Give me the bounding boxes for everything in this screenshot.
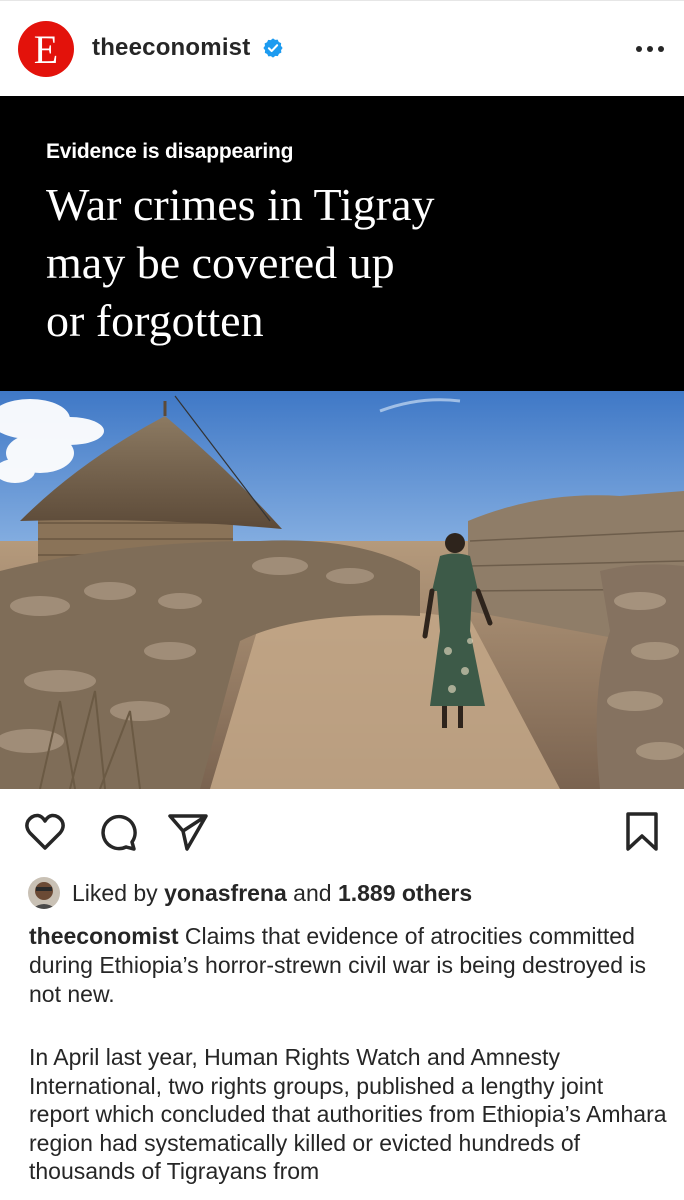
article-headline: War crimes in Tigray may be covered up o… [46,179,435,346]
economist-avatar[interactable]: E [18,21,74,77]
headline-block: Evidence is disappearing War crimes in T… [0,96,684,391]
liker-username[interactable]: yonasfrena [164,880,287,906]
verified-badge-icon [263,38,283,58]
post-username[interactable]: theeconomist [92,34,250,62]
caption-username[interactable]: theeconomist [29,923,179,949]
more-horizontal-icon [636,46,664,52]
post-caption: theeconomist Claims that evidence of atr… [29,922,659,1009]
save-button[interactable] [620,810,664,854]
comment-icon [101,814,137,851]
landscape-photo [0,391,684,789]
likes-text: Liked by yonasfrena and 1.889 others [72,880,472,907]
likes-count[interactable]: 1.889 others [338,880,472,906]
like-button[interactable] [23,810,67,854]
post-header: E theeconomist [0,0,684,96]
logo-letter: E [33,27,59,72]
send-icon [168,814,208,851]
likes-prefix: Liked by [72,879,158,906]
bookmark-icon [626,812,658,851]
caption-paragraph-2: In April last year, Human Rights Watch a… [29,1044,667,1184]
comment-button[interactable] [96,810,140,854]
share-button[interactable] [166,810,210,854]
post-media[interactable]: Evidence is disappearing War crimes in T… [0,96,684,789]
more-options-button[interactable] [632,35,668,63]
post-actions [0,800,684,862]
likes-summary[interactable]: Liked by yonasfrena and 1.889 others [28,876,472,910]
article-kicker: Evidence is disappearing [46,140,294,163]
likes-joiner: and [293,879,332,906]
liker-avatar [28,877,60,909]
heart-icon [25,813,65,850]
